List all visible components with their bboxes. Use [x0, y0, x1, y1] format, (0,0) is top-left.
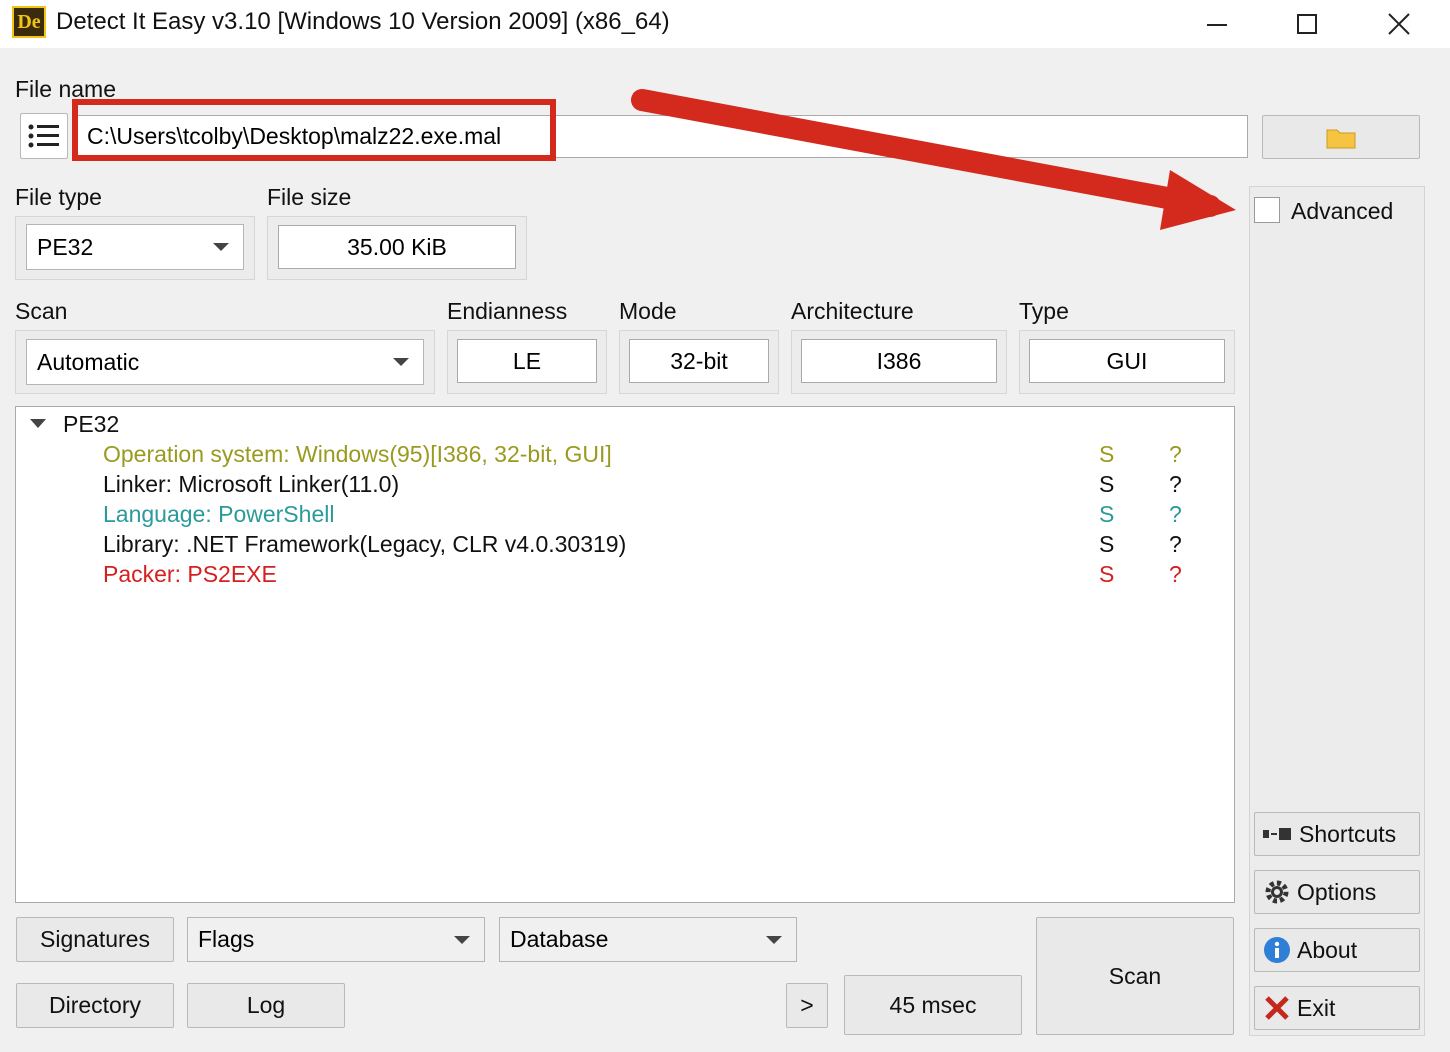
- gear-icon: [1265, 880, 1289, 904]
- signatures-button[interactable]: Signatures: [16, 917, 174, 962]
- options-button[interactable]: Options: [1254, 870, 1420, 914]
- file-size-label: File size: [267, 184, 352, 210]
- scan-button[interactable]: Scan: [1036, 917, 1234, 1035]
- exit-label: Exit: [1297, 994, 1336, 1021]
- options-label: Options: [1297, 878, 1377, 905]
- file-size-value: 35.00 KiB: [278, 225, 516, 269]
- type-label: Type: [1019, 298, 1069, 324]
- file-type-label: File type: [15, 184, 102, 210]
- scan-mode-value: Automatic: [37, 348, 140, 375]
- minimize-button[interactable]: [1172, 0, 1262, 48]
- endianness-label: Endianness: [447, 298, 568, 324]
- result-item[interactable]: Linker: Microsoft Linker(11.0): [103, 471, 399, 498]
- architecture-label: Architecture: [791, 298, 914, 324]
- database-value: Database: [510, 926, 609, 952]
- result-item[interactable]: Library: .NET Framework(Legacy, CLR v4.0…: [103, 531, 626, 558]
- advanced-label: Advanced: [1291, 198, 1394, 224]
- file-type-value: PE32: [37, 233, 94, 260]
- scan-time-display: 45 msec: [844, 975, 1022, 1035]
- result-info-flag[interactable]: ?: [1169, 531, 1182, 558]
- scan-label: Scan: [15, 298, 68, 324]
- database-select[interactable]: Database: [499, 917, 797, 962]
- result-signature-flag: S: [1099, 531, 1115, 557]
- annotation-highlight-box: [72, 99, 556, 161]
- type-value: GUI: [1029, 339, 1225, 383]
- more-button[interactable]: >: [786, 983, 828, 1028]
- advanced-checkbox[interactable]: [1254, 197, 1280, 223]
- shortcuts-button[interactable]: Shortcuts: [1254, 812, 1420, 856]
- result-info-flag[interactable]: ?: [1169, 471, 1182, 498]
- file-menu-button[interactable]: [20, 113, 68, 159]
- result-signature-flag: S: [1099, 501, 1115, 527]
- result-item[interactable]: Packer: PS2EXE: [103, 561, 277, 588]
- tree-expand-icon[interactable]: [30, 419, 46, 429]
- chevron-down-icon: [213, 243, 229, 251]
- chevron-down-icon: [766, 935, 782, 944]
- architecture-value: I386: [801, 339, 997, 383]
- result-info-flag[interactable]: ?: [1169, 501, 1182, 528]
- chevron-down-icon: [454, 935, 470, 944]
- shortcuts-icon: [1263, 828, 1291, 840]
- minimize-icon: [1207, 24, 1227, 26]
- directory-button[interactable]: Directory: [16, 983, 174, 1028]
- info-icon: [1264, 937, 1290, 963]
- close-icon: [1388, 13, 1410, 35]
- tree-root[interactable]: PE32: [63, 411, 119, 438]
- title-bar: De Detect It Easy v3.10 [Windows 10 Vers…: [0, 0, 1450, 48]
- results-tree[interactable]: PE32 Operation system: Windows(95)[I386,…: [15, 406, 1235, 903]
- app-icon: De: [12, 6, 46, 38]
- result-item[interactable]: Operation system: Windows(95)[I386, 32-b…: [103, 441, 612, 468]
- log-button[interactable]: Log: [187, 983, 345, 1028]
- result-signature-flag: S: [1099, 471, 1115, 497]
- about-button[interactable]: About: [1254, 928, 1420, 972]
- shortcuts-label: Shortcuts: [1299, 820, 1397, 847]
- result-info-flag[interactable]: ?: [1169, 441, 1182, 468]
- maximize-icon: [1297, 14, 1317, 34]
- result-info-flag[interactable]: ?: [1169, 561, 1182, 588]
- flags-select[interactable]: Flags: [187, 917, 485, 962]
- mode-label: Mode: [619, 298, 677, 324]
- endianness-value: LE: [457, 339, 597, 383]
- folder-icon: [1326, 129, 1356, 149]
- scan-mode-select[interactable]: Automatic: [26, 339, 424, 385]
- open-file-button[interactable]: [1262, 115, 1420, 159]
- file-type-select[interactable]: PE32: [26, 224, 244, 270]
- flags-value: Flags: [198, 926, 255, 952]
- chevron-down-icon: [393, 358, 409, 366]
- about-label: About: [1297, 936, 1358, 963]
- result-signature-flag: S: [1099, 441, 1115, 467]
- window-title: Detect It Easy v3.10 [Windows 10 Version…: [56, 8, 670, 35]
- list-icon: [28, 124, 59, 148]
- mode-value: 32-bit: [629, 339, 769, 383]
- result-signature-flag: S: [1099, 561, 1115, 587]
- maximize-button[interactable]: [1262, 0, 1352, 48]
- exit-button[interactable]: Exit: [1254, 986, 1420, 1030]
- close-button[interactable]: [1354, 0, 1444, 48]
- result-item[interactable]: Language: PowerShell: [103, 501, 334, 528]
- annotation-arrow: [631, 89, 1236, 230]
- exit-x-icon: [1265, 996, 1289, 1020]
